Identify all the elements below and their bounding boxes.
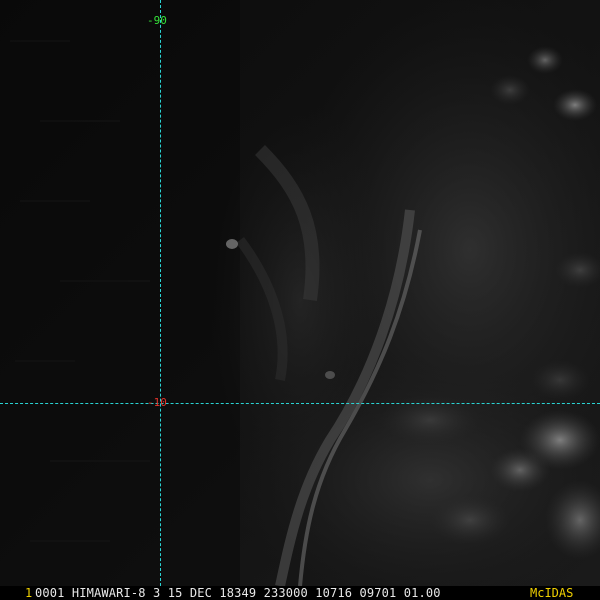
grid-label-middle: -10 [147, 396, 167, 409]
latitude-grid-line [0, 403, 600, 404]
status-bar: 1 0001 HIMAWARI-8 3 15 DEC 18349 233000 … [0, 586, 600, 600]
satellite-image [0, 0, 600, 586]
image-info-text: 0001 HIMAWARI-8 3 15 DEC 18349 233000 10… [35, 586, 441, 600]
longitude-grid-line [160, 0, 161, 586]
grid-label-top: -90 [147, 14, 167, 27]
brand-label: McIDAS [530, 586, 574, 600]
satellite-viewport[interactable]: -90 -10 [0, 0, 600, 586]
frame-number: 1 [25, 586, 33, 600]
